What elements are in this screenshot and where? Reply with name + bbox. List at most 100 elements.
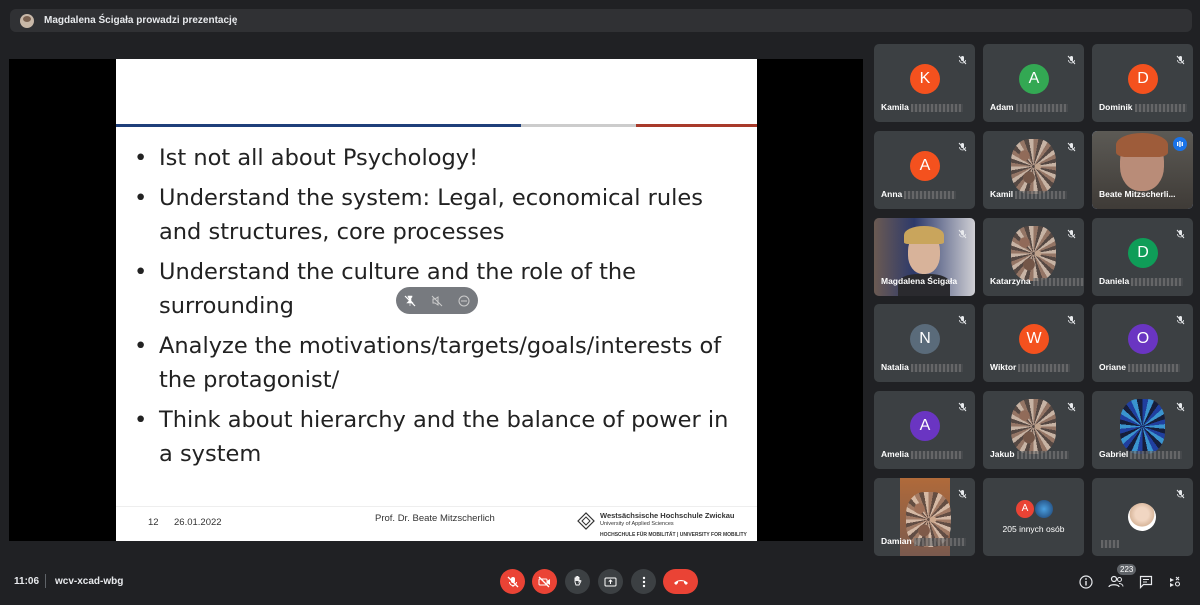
participant-avatar: N xyxy=(910,324,940,354)
mic-muted-icon xyxy=(958,312,967,330)
info-button[interactable] xyxy=(1079,575,1093,594)
pin-icon[interactable] xyxy=(404,295,416,307)
participant-name: Jakub xyxy=(990,449,1069,459)
mic-muted-icon xyxy=(1176,486,1185,504)
university-logo-icon xyxy=(577,512,595,530)
participant-tile[interactable]: Magdalena Ścigała xyxy=(874,218,975,296)
participant-tile[interactable]: A Adam xyxy=(983,44,1084,122)
people-icon xyxy=(1108,575,1124,588)
participant-tile[interactable]: W Wiktor xyxy=(983,304,1084,382)
raise-hand-button[interactable] xyxy=(565,569,590,594)
activities-icon xyxy=(1170,576,1181,587)
end-call-icon xyxy=(673,579,688,585)
more-options-icon xyxy=(642,576,645,587)
participant-name: Magdalena Ścigała xyxy=(881,276,958,286)
participant-tile[interactable]: Jakub xyxy=(983,391,1084,469)
participant-name: Katarzyna xyxy=(990,276,1084,286)
people-button[interactable] xyxy=(1108,575,1124,594)
participant-name: Kamil xyxy=(990,189,1068,199)
remove-icon[interactable] xyxy=(458,295,470,307)
stripe-blue xyxy=(116,124,521,127)
mic-muted-icon xyxy=(1067,312,1076,330)
mic-muted-icon xyxy=(958,139,967,157)
participant-tile[interactable]: D Dominik xyxy=(1092,44,1193,122)
bullet-item: • Think about hierarchy and the balance o… xyxy=(134,407,729,467)
participant-tile[interactable]: K Kamila xyxy=(874,44,975,122)
participant-avatar: D xyxy=(1128,238,1158,268)
participant-tile[interactable]: Gabriel xyxy=(1092,391,1193,469)
camera-off-icon xyxy=(538,576,550,587)
university-logo: Westsächsische Hochschule Zwickau Univer… xyxy=(576,511,747,538)
participant-tile[interactable]: Damian xyxy=(874,478,975,556)
bullet-item: • Ist not all about Psychology! xyxy=(134,145,479,171)
people-count-badge: 223 xyxy=(1117,564,1137,575)
participant-name: Wiktor xyxy=(990,362,1071,372)
participant-name: Gabriel xyxy=(1099,449,1183,459)
participant-tile[interactable]: O Oriane xyxy=(1092,304,1193,382)
participant-tile[interactable]: Kamil xyxy=(983,131,1084,209)
participant-name: Kamila xyxy=(881,102,963,112)
mute-audio-icon[interactable] xyxy=(431,295,443,307)
slide-presenter: Prof. Dr. Beate Mitzscherlich xyxy=(375,513,495,524)
participant-tile[interactable] xyxy=(1092,478,1193,556)
mic-muted-icon xyxy=(958,226,967,244)
mic-toggle-button[interactable] xyxy=(500,569,525,594)
mic-muted-icon xyxy=(958,399,967,417)
participant-tile[interactable]: D Daniela xyxy=(1092,218,1193,296)
participant-avatar-photo xyxy=(1128,503,1156,531)
participant-name: Anna xyxy=(881,189,957,199)
participant-tile[interactable]: N Natalia xyxy=(874,304,975,382)
presenting-banner: Magdalena Ścigała prowadzi prezentację xyxy=(10,9,1192,32)
present-screen-icon xyxy=(604,577,617,586)
participant-name: Damian xyxy=(881,536,966,546)
mic-muted-icon xyxy=(1176,52,1185,70)
participant-name: Natalia xyxy=(881,362,963,372)
participant-tile[interactable]: A 205 innych osób xyxy=(983,478,1084,556)
participant-name: Oriane xyxy=(1099,362,1180,372)
mic-off-icon xyxy=(507,576,518,587)
others-count: 205 innych osób xyxy=(1002,524,1065,534)
mic-muted-icon xyxy=(1067,52,1076,70)
chat-icon xyxy=(1139,575,1153,589)
camera-toggle-button[interactable] xyxy=(532,569,557,594)
participant-avatar: A xyxy=(1016,500,1034,518)
activities-button[interactable] xyxy=(1168,575,1182,594)
participant-avatar: A xyxy=(910,411,940,441)
participant-avatar-photo xyxy=(1035,500,1053,518)
raise-hand-icon xyxy=(574,576,582,586)
participant-video xyxy=(1011,139,1056,194)
slide-date: 26.01.2022 xyxy=(174,517,222,528)
mic-muted-icon xyxy=(1176,399,1185,417)
meeting-code: wcv-xcad-wbg xyxy=(55,576,124,587)
participant-video xyxy=(1011,226,1056,281)
mic-muted-icon xyxy=(1067,226,1076,244)
participant-avatar: O xyxy=(1128,324,1158,354)
tile-actions-pill xyxy=(396,287,478,314)
participant-tile[interactable]: Katarzyna xyxy=(983,218,1084,296)
bullet-item: • Analyze the motivations/targets/goals/i… xyxy=(134,333,722,393)
participant-tile[interactable]: A Anna xyxy=(874,131,975,209)
participant-name xyxy=(1099,538,1119,548)
mic-muted-icon xyxy=(1176,226,1185,244)
slide-page-number: 12 xyxy=(148,517,159,528)
participant-name: Dominik xyxy=(1099,102,1187,112)
present-screen-button[interactable] xyxy=(598,569,623,594)
chat-button[interactable] xyxy=(1139,575,1153,594)
participant-tile[interactable]: Beate Mitzscherli... xyxy=(1092,131,1193,209)
presenter-text: Magdalena Ścigała prowadzi prezentację xyxy=(44,15,238,26)
participant-name: Adam xyxy=(990,102,1068,112)
participant-avatar: A xyxy=(910,151,940,181)
slide-footer: 12 26.01.2022 Prof. Dr. Beate Mitzscherl… xyxy=(116,506,757,541)
bottom-bar: 11:06 wcv-xcad-wbg 223 xyxy=(0,560,1200,605)
participant-avatar: W xyxy=(1019,324,1049,354)
participant-tile[interactable]: A Amelia xyxy=(874,391,975,469)
end-call-button[interactable] xyxy=(663,569,698,594)
participant-avatar: K xyxy=(910,64,940,94)
mic-muted-icon xyxy=(1067,399,1076,417)
more-options-button[interactable] xyxy=(631,569,656,594)
speaking-indicator-icon xyxy=(1173,137,1187,151)
participant-name: Beate Mitzscherli... xyxy=(1099,189,1176,199)
participant-avatar: D xyxy=(1128,64,1158,94)
info-icon xyxy=(1079,575,1093,589)
participant-avatar: A xyxy=(1019,64,1049,94)
